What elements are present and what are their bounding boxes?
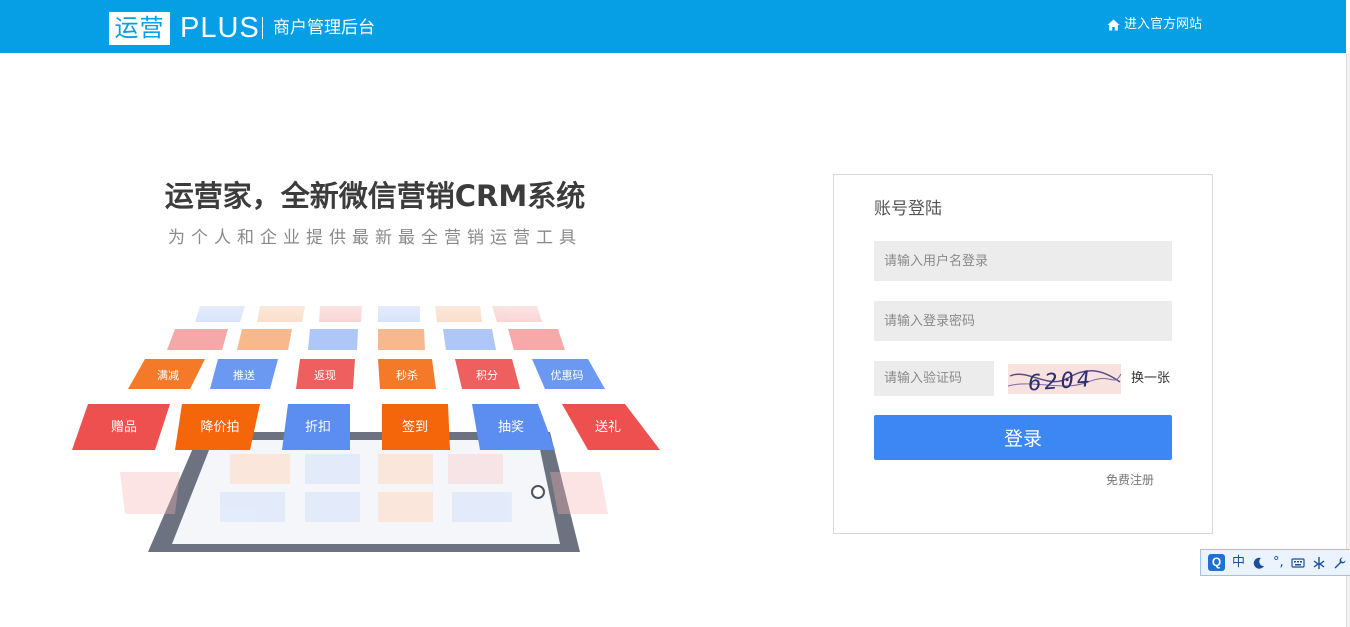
- home-icon: [1107, 19, 1120, 31]
- login-button[interactable]: 登录: [874, 415, 1172, 460]
- password-input[interactable]: [874, 301, 1172, 341]
- second-tile-row: 满减 推送 返现 秒杀 积分 优惠码: [128, 359, 605, 389]
- register-link[interactable]: 免费注册: [1106, 471, 1154, 489]
- logo-divider: [262, 17, 263, 39]
- wrench-icon[interactable]: [1333, 556, 1347, 570]
- second-row-tile-label: 秒杀: [396, 368, 418, 382]
- moon-icon[interactable]: [1252, 556, 1266, 570]
- login-title: 账号登陆: [874, 199, 942, 219]
- login-panel: 账号登陆 6204 换一张 登录 免费注册: [833, 174, 1213, 534]
- hero-title: 运营家，全新微信营销CRM系统: [164, 179, 586, 213]
- second-row-tile-label: 返现: [314, 369, 336, 382]
- keyboard-icon[interactable]: [1291, 556, 1305, 570]
- split-icon[interactable]: [1312, 556, 1326, 570]
- front-row-tile-label: 抽奖: [498, 420, 524, 435]
- username-input[interactable]: [874, 241, 1172, 281]
- ime-toolbar[interactable]: Q 中 °,: [1200, 549, 1350, 576]
- official-site-link[interactable]: 进入官方网站: [1107, 16, 1202, 34]
- second-row-tile-label: 满减: [157, 369, 179, 382]
- front-row-tile-label: 折扣: [305, 420, 331, 435]
- logo-mark[interactable]: 运营: [109, 12, 170, 45]
- front-row-tile-label: 赠品: [111, 420, 137, 435]
- svg-text:6204: 6204: [1027, 367, 1094, 394]
- third-tile-row: [167, 329, 565, 350]
- ime-mode-toggle[interactable]: 中: [1232, 554, 1245, 572]
- hero-subtitle: 为个人和企业提供最新最全营销运营工具: [168, 228, 582, 248]
- captcha-image[interactable]: 6204: [1008, 364, 1121, 394]
- second-row-tile-label: 推送: [233, 368, 255, 382]
- logo-plus-text: PLUS: [180, 12, 260, 44]
- ime-logo-icon[interactable]: Q: [1208, 554, 1225, 571]
- captcha-input[interactable]: [874, 361, 994, 396]
- official-site-link-label: 进入官方网站: [1124, 17, 1203, 32]
- ime-punctuation-toggle[interactable]: °,: [1273, 554, 1284, 572]
- marketing-tools-illustration: 满减 推送 返现 秒杀 积分 优惠码 赠品 降价拍 折扣 签到 抽奖 送礼: [60, 282, 680, 552]
- second-row-tile-label: 优惠码: [551, 368, 584, 382]
- front-row-tile-label: 送礼: [595, 419, 621, 435]
- front-row-tile-label: 签到: [402, 419, 428, 435]
- top-navbar: 运营 PLUS 商户管理后台 进入官方网站: [0, 0, 1346, 53]
- refresh-captcha-link[interactable]: 换一张: [1131, 370, 1170, 388]
- page-scrollbar[interactable]: [1346, 53, 1350, 627]
- header-subtitle: 商户管理后台: [273, 18, 375, 38]
- front-row-tile-label: 降价拍: [200, 420, 239, 435]
- second-row-tile-label: 积分: [476, 369, 498, 382]
